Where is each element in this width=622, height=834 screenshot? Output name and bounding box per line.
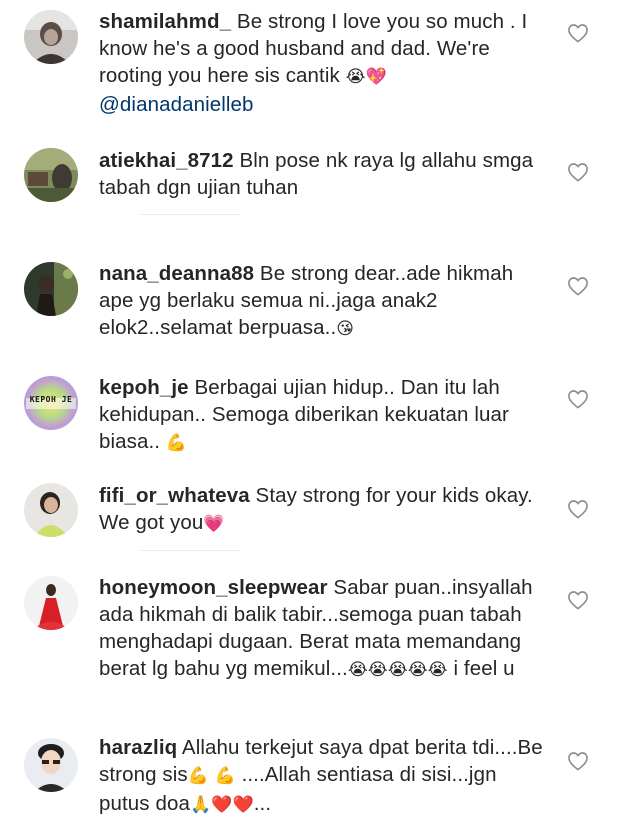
emoji: 💪 [165, 433, 188, 453]
comment-item: shamilahmd_ Be strong I love you so much… [0, 0, 622, 140]
emoji: 💪 💪 [187, 766, 236, 786]
comment-username[interactable]: harazliq [99, 736, 177, 759]
avatar[interactable] [24, 148, 78, 202]
comment-item: honeymoon_sleepwear Sabar puan..insyalla… [0, 570, 622, 730]
divider [140, 550, 240, 551]
divider [140, 214, 240, 215]
like-heart-icon[interactable] [567, 499, 589, 519]
avatar[interactable] [24, 262, 78, 316]
emoji: 😘 [336, 319, 355, 339]
like-heart-icon[interactable] [567, 162, 589, 182]
like-heart-icon[interactable] [567, 751, 589, 771]
comment-text: nana_deanna88 Be strong dear..ade hikmah… [99, 260, 551, 343]
mention-link[interactable]: @dianadanielleb [99, 93, 254, 116]
avatar[interactable] [24, 738, 78, 792]
comment-item: harazliq Allahu terkejut saya dpat berit… [0, 730, 622, 834]
comment-text: atiekhai_8712 Bln pose nk raya lg allahu… [99, 147, 551, 201]
avatar[interactable] [24, 10, 78, 64]
comment-text: harazliq Allahu terkejut saya dpat berit… [99, 734, 551, 819]
comment-username[interactable]: atiekhai_8712 [99, 149, 234, 172]
avatar[interactable] [24, 576, 78, 630]
comment-username[interactable]: shamilahmd_ [99, 10, 231, 33]
like-heart-icon[interactable] [567, 276, 589, 296]
avatar[interactable]: KEPOH JE [24, 376, 78, 430]
comment-text: shamilahmd_ Be strong I love you so much… [99, 8, 551, 118]
comment-item: nana_deanna88 Be strong dear..ade hikmah… [0, 252, 622, 366]
emoji: 😭😭😭😭😭 [347, 660, 448, 680]
comment-item: atiekhai_8712 Bln pose nk raya lg allahu… [0, 140, 622, 252]
like-heart-icon[interactable] [567, 389, 589, 409]
comment-body-end: i feel u [447, 657, 515, 680]
comment-text: kepoh_je Berbagai ujian hidup.. Dan itu … [99, 374, 551, 457]
avatar-label: KEPOH JE [29, 395, 73, 404]
comment-username[interactable]: nana_deanna88 [99, 262, 254, 285]
comment-username[interactable]: honeymoon_sleepwear [99, 576, 328, 599]
comment-username[interactable]: fifi_or_whateva [99, 484, 250, 507]
like-heart-icon[interactable] [567, 23, 589, 43]
comment-username[interactable]: kepoh_je [99, 376, 189, 399]
comment-item: KEPOH JE kepoh_je Berbagai ujian hidup..… [0, 366, 622, 478]
avatar[interactable] [24, 483, 78, 537]
emoji: 🙏❤️❤️ [189, 795, 254, 815]
comment-item: fifi_or_whateva Stay strong for your kid… [0, 478, 622, 570]
comment-text: fifi_or_whateva Stay strong for your kid… [99, 482, 551, 538]
comment-text: honeymoon_sleepwear Sabar puan..insyalla… [99, 574, 551, 684]
emoji: 💗 [203, 514, 225, 534]
comment-body-end: ... [253, 792, 272, 815]
like-heart-icon[interactable] [567, 590, 589, 610]
emoji: 😭💖 [345, 67, 387, 87]
